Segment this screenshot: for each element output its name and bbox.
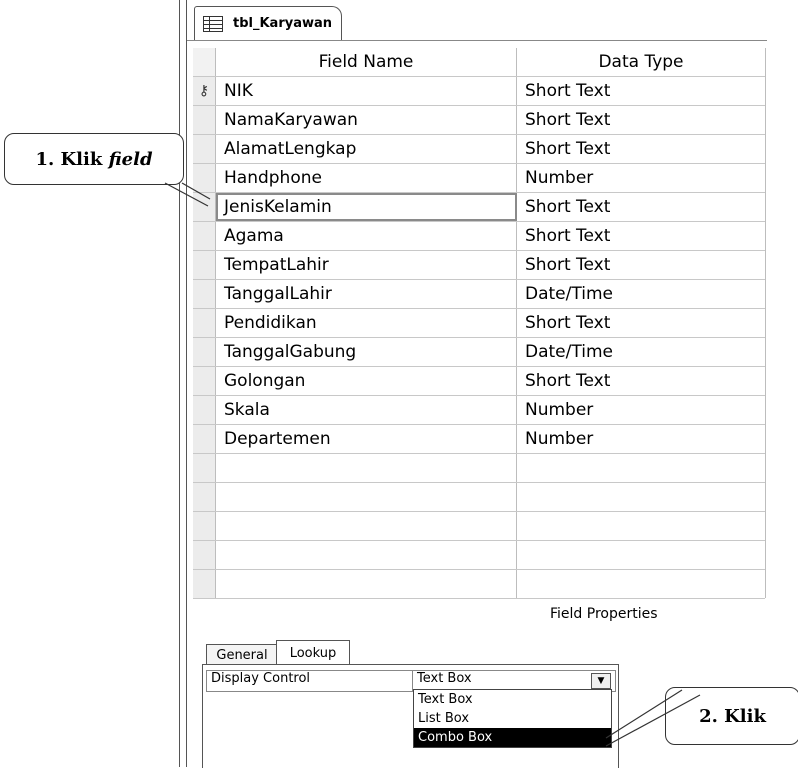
callout-pointers [164,182,701,747]
